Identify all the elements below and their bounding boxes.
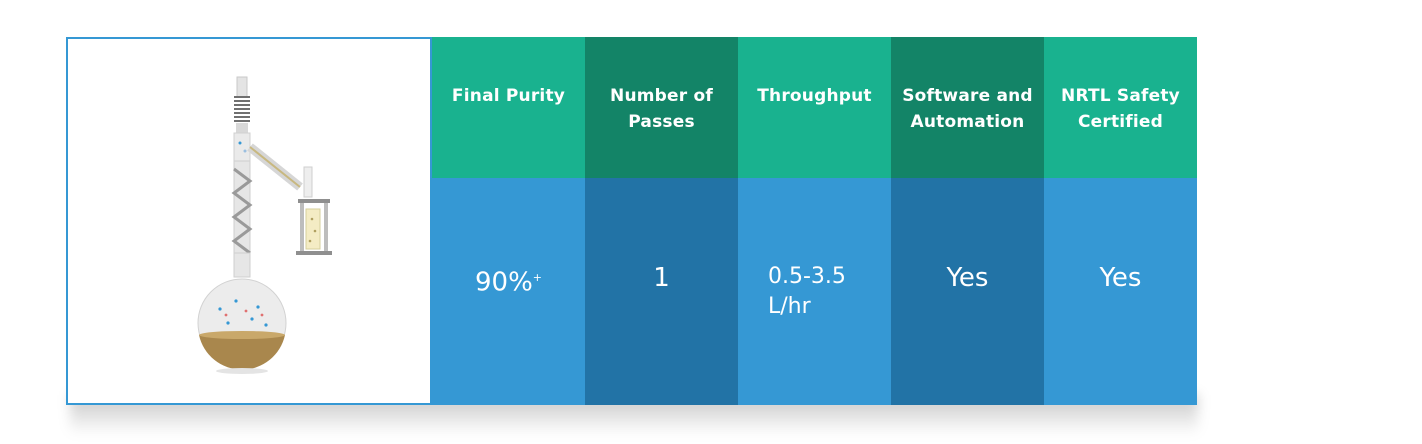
column-software-automation: Software and Automation Yes <box>891 37 1044 405</box>
header-software-automation: Software and Automation <box>891 37 1044 178</box>
comparison-panel: Final Purity 90%+ Number of Passes 1 Thr… <box>66 37 1198 405</box>
value-number-of-passes: 1 <box>585 178 738 405</box>
header-number-of-passes: Number of Passes <box>585 37 738 178</box>
value-nrtl-safety: Yes <box>1044 178 1197 405</box>
header-throughput: Throughput <box>738 37 891 178</box>
header-nrtl-safety: NRTL Safety Certified <box>1044 37 1197 178</box>
distillation-illustration <box>66 37 432 405</box>
column-throughput: Throughput 0.5-3.5 L/hr <box>738 37 891 405</box>
value-final-purity: 90%+ <box>432 178 585 405</box>
column-final-purity: Final Purity 90%+ <box>432 37 585 405</box>
column-nrtl-safety: NRTL Safety Certified Yes <box>1044 37 1197 405</box>
column-number-of-passes: Number of Passes 1 <box>585 37 738 405</box>
value-throughput: 0.5-3.5 L/hr <box>738 178 891 405</box>
header-final-purity: Final Purity <box>432 37 585 178</box>
value-superscript: + <box>532 271 542 284</box>
value-software-automation: Yes <box>891 178 1044 405</box>
distillation-apparatus-icon <box>197 76 332 374</box>
throughput-unit: L/hr <box>768 294 811 319</box>
throughput-range: 0.5-3.5 <box>768 264 846 289</box>
